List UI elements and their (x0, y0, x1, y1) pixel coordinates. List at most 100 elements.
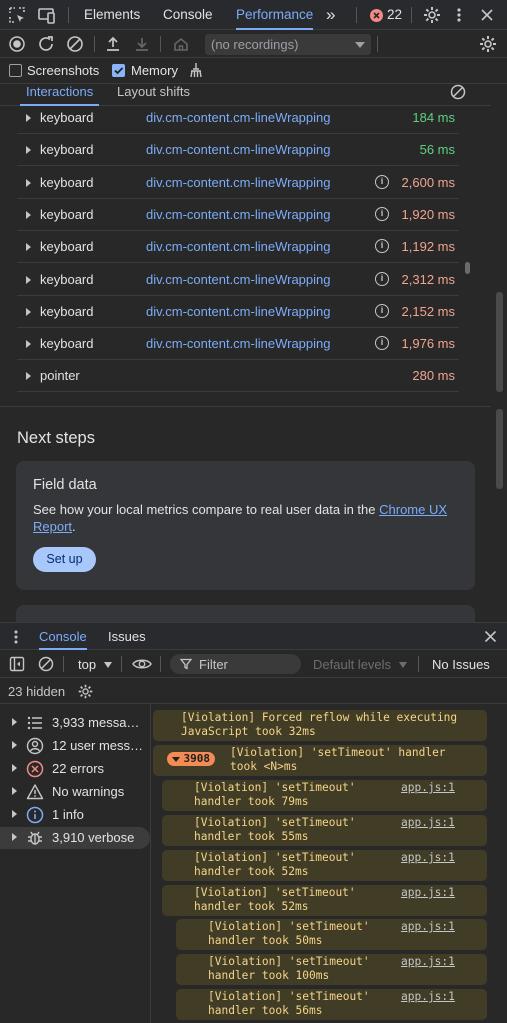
screenshots-checkbox[interactable] (9, 64, 22, 77)
capture-options-row: Screenshots Memory (0, 58, 507, 84)
settings-gear-icon[interactable] (422, 5, 442, 25)
interaction-target-link[interactable]: div.cm-content.cm-lineWrapping (146, 207, 330, 222)
interaction-duration: 184 ms (412, 110, 455, 125)
expand-triangle-icon[interactable] (26, 307, 31, 316)
close-drawer-icon[interactable] (484, 630, 497, 643)
interaction-row[interactable]: keyboard div.cm-content.cm-lineWrapping 56… (17, 134, 459, 167)
interaction-target-link[interactable]: div.cm-content.cm-lineWrapping (146, 304, 330, 319)
info-icon[interactable]: i (375, 239, 389, 254)
source-link[interactable]: app.js:1 (401, 781, 507, 795)
close-devtools-icon[interactable] (480, 8, 494, 22)
info-icon[interactable]: i (375, 336, 389, 351)
interaction-row[interactable]: keyboard div.cm-content.cm-lineWrapping i 1… (17, 199, 459, 231)
error-count[interactable]: 22 (387, 7, 402, 22)
info-icon[interactable]: i (375, 271, 389, 286)
expand-triangle-icon[interactable] (26, 178, 31, 187)
expand-triangle-icon[interactable] (26, 114, 31, 122)
clear-icon[interactable] (66, 35, 84, 53)
info-icon[interactable]: i (375, 303, 389, 318)
interaction-target-link[interactable]: div.cm-content.cm-lineWrapping (146, 142, 330, 157)
console-settings-gear-icon[interactable] (77, 683, 94, 700)
tab-performance[interactable]: Performance (236, 0, 314, 30)
log-levels-select[interactable]: Default levels (313, 657, 407, 672)
drawer-menu-icon[interactable] (13, 629, 19, 645)
more-options-icon[interactable] (456, 7, 462, 23)
memory-checkbox[interactable] (112, 64, 125, 77)
clear-interactions-icon[interactable] (450, 84, 466, 100)
expand-triangle-icon[interactable] (12, 832, 17, 841)
expand-triangle-icon[interactable] (26, 372, 31, 381)
issues-count[interactable]: No Issues (432, 657, 490, 672)
clear-console-icon[interactable] (38, 656, 54, 672)
interaction-target-link[interactable]: div.cm-content.cm-lineWrapping (146, 272, 330, 287)
reload-record-icon[interactable] (37, 35, 55, 53)
context-select[interactable]: top (78, 657, 112, 672)
interaction-target-link[interactable]: div.cm-content.cm-lineWrapping (146, 239, 330, 254)
expand-triangle-icon[interactable] (26, 275, 31, 284)
interaction-row[interactable]: keyboard div.cm-content.cm-lineWrapping i 1… (17, 231, 459, 264)
interaction-row[interactable]: keyboard div.cm-content.cm-lineWrapping i 2… (17, 296, 459, 328)
tab-console[interactable]: Console (163, 0, 213, 30)
interaction-type: keyboard (40, 239, 94, 255)
more-tabs-button[interactable]: » (326, 0, 335, 30)
drawer-tab-console[interactable]: Console (39, 623, 87, 650)
expand-triangle-icon[interactable] (26, 243, 31, 252)
console-message-text: [Violation] 'setTimeout' handler took 52… (194, 851, 356, 878)
interaction-duration: 2,312 ms (401, 271, 455, 287)
interaction-row[interactable]: keyboard div.cm-content.cm-lineWrapping i 2… (17, 264, 459, 296)
inspect-element-icon[interactable] (8, 6, 26, 24)
tab-elements[interactable]: Elements (84, 0, 140, 30)
source-link[interactable]: app.js:1 (401, 851, 507, 865)
interaction-duration: 2,152 ms (401, 303, 455, 319)
interaction-target-link[interactable]: div.cm-content.cm-lineWrapping (146, 110, 330, 125)
console-sidebar-item[interactable]: No warnings (0, 781, 150, 803)
record-icon[interactable] (8, 35, 26, 53)
expand-triangle-icon[interactable] (26, 210, 31, 219)
interaction-row[interactable]: pointer 280 ms (17, 360, 459, 393)
live-expression-eye-icon[interactable] (132, 656, 152, 672)
capture-settings-gear-icon[interactable] (478, 34, 498, 54)
source-link[interactable]: app.js:1 (401, 990, 507, 1004)
info-icon[interactable]: i (375, 206, 389, 221)
source-link[interactable]: app.js:1 (401, 920, 507, 934)
expand-triangle-icon[interactable] (26, 146, 31, 155)
console-sidebar-item[interactable]: 3,910 verbose (0, 826, 150, 849)
source-link[interactable]: app.js:1 (401, 816, 507, 830)
next-steps-scrollbar-thumb[interactable] (496, 409, 503, 489)
recordings-select[interactable]: (no recordings) (205, 34, 371, 55)
info-icon[interactable]: i (375, 174, 389, 189)
interaction-target-link[interactable]: div.cm-content.cm-lineWrapping (146, 175, 330, 190)
console-message-group[interactable]: 3908 [Violation] 'setTimeout' handler too… (153, 745, 487, 776)
error-count-icon[interactable] (370, 9, 383, 22)
show-sidebar-icon[interactable] (9, 656, 25, 672)
repeat-count-badge[interactable]: 3908 (167, 752, 215, 766)
garbage-collect-icon[interactable] (188, 62, 204, 78)
set-up-button[interactable]: Set up (33, 547, 96, 572)
expand-triangle-icon[interactable] (12, 786, 17, 795)
expand-triangle-icon[interactable] (12, 763, 17, 772)
device-toolbar-icon[interactable] (37, 6, 57, 24)
panel-scrollbar-thumb[interactable] (496, 292, 503, 392)
expand-triangle-icon[interactable] (12, 809, 17, 818)
interaction-target-link[interactable]: div.cm-content.cm-lineWrapping (146, 336, 330, 351)
expand-triangle-icon[interactable] (26, 340, 31, 349)
console-filter-input[interactable]: Filter (170, 654, 301, 674)
console-sidebar-item[interactable]: 3,933 messa… (0, 712, 150, 734)
drawer-tab-issues[interactable]: Issues (108, 623, 146, 650)
console-message-text: [Violation] Forced reflow while executin… (181, 711, 458, 738)
expand-triangle-icon[interactable] (12, 740, 17, 749)
interaction-row[interactable]: keyboard div.cm-content.cm-lineWrapping i 2… (17, 167, 459, 199)
console-sidebar-item[interactable]: 12 user mess… (0, 735, 150, 757)
source-link[interactable]: app.js:1 (401, 955, 507, 969)
console-message-text: [Violation] 'setTimeout' handler took 52… (194, 886, 356, 913)
console-sidebar-item[interactable]: 22 errors (0, 758, 150, 780)
upload-icon[interactable] (104, 35, 122, 53)
console-sidebar-label: No warnings (52, 783, 125, 799)
interaction-row[interactable]: keyboard div.cm-content.cm-lineWrapping 18… (17, 102, 459, 134)
source-link[interactable]: app.js:1 (401, 886, 507, 900)
expand-triangle-icon[interactable] (12, 718, 17, 726)
console-sidebar-item[interactable]: 1 info (0, 804, 150, 826)
console-message-text: [Violation] 'setTimeout' handler took 55… (194, 816, 356, 843)
interactions-scrollbar[interactable] (465, 262, 470, 274)
interaction-row[interactable]: keyboard div.cm-content.cm-lineWrapping i 1… (17, 328, 459, 361)
